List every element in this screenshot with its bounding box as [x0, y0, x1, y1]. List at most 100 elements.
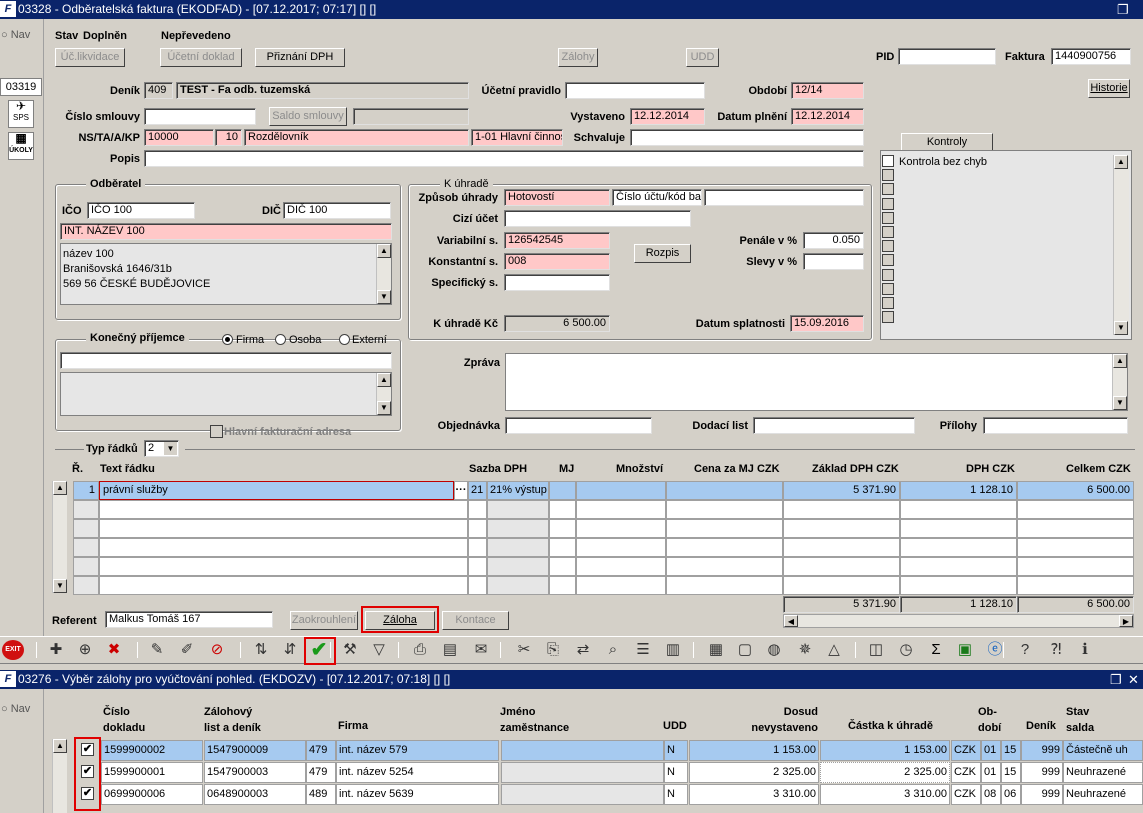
- sort-asc-icon[interactable]: ⇅: [251, 640, 271, 660]
- scroll-down-icon[interactable]: ▼: [1114, 321, 1128, 335]
- w2-jmeno[interactable]: [501, 740, 664, 761]
- w2-mena[interactable]: CZK: [951, 762, 981, 783]
- w2-mesic[interactable]: 01: [981, 740, 1001, 761]
- schvaluje-field[interactable]: [630, 129, 864, 146]
- find-icon[interactable]: ⌕: [603, 640, 623, 660]
- rozpis-button[interactable]: Rozpis: [634, 244, 691, 263]
- empty-cell[interactable]: [73, 576, 99, 595]
- w2-kod[interactable]: 479: [306, 740, 336, 761]
- sazba-code-field[interactable]: 21: [468, 481, 487, 500]
- scroll-up-icon[interactable]: ▲: [1114, 155, 1128, 169]
- konstantni-field[interactable]: 008: [504, 253, 610, 270]
- kontrola-checkbox[interactable]: [882, 211, 894, 224]
- hlavni-adresa-checkbox[interactable]: [210, 425, 223, 438]
- empty-cell[interactable]: [576, 538, 666, 557]
- w2-rok[interactable]: 06: [1001, 784, 1021, 805]
- empty-cell[interactable]: [900, 557, 1017, 576]
- help-icon[interactable]: ?: [1015, 640, 1035, 660]
- w2-udd[interactable]: N: [664, 762, 688, 783]
- w2-rok[interactable]: 15: [1001, 762, 1021, 783]
- delete-record-icon[interactable]: ✖: [104, 640, 124, 660]
- odberatel-name-field[interactable]: INT. NÁZEV 100: [60, 223, 392, 240]
- datum-plneni-field[interactable]: 12.12.2014: [791, 108, 864, 125]
- empty-cell[interactable]: [576, 519, 666, 538]
- pid-field[interactable]: [898, 48, 996, 65]
- w2-zalohovy[interactable]: 1547900003: [204, 762, 306, 783]
- w2-firma[interactable]: int. název 5254: [336, 762, 499, 783]
- typ-radku-select[interactable]: 2 ▼: [144, 440, 179, 457]
- cislo-smlouvy-field[interactable]: [144, 108, 256, 125]
- empty-cell[interactable]: [487, 576, 549, 595]
- w2-zalohovy[interactable]: 0648900003: [204, 784, 306, 805]
- dodaci-list-field[interactable]: [753, 417, 915, 434]
- kontrola-checkbox[interactable]: [882, 240, 894, 253]
- info-icon[interactable]: ℹ: [1075, 640, 1095, 660]
- mnozstvi-field[interactable]: [576, 481, 666, 500]
- penale-field[interactable]: 0.050: [803, 232, 864, 249]
- chart-icon[interactable]: ◫: [866, 640, 886, 660]
- w2-jmeno[interactable]: [501, 784, 664, 805]
- priznani-dph-button[interactable]: Přiznání DPH: [255, 48, 345, 67]
- popis-field[interactable]: [144, 150, 864, 167]
- cizi-ucet-field[interactable]: [504, 210, 691, 227]
- scroll-up-icon[interactable]: ▲: [377, 244, 391, 258]
- w2-kod[interactable]: 479: [306, 762, 336, 783]
- w2-dosud[interactable]: 2 325.00: [689, 762, 819, 783]
- ico-field[interactable]: IČO 100: [87, 202, 195, 219]
- report-icon[interactable]: ▦: [706, 640, 726, 660]
- empty-cell[interactable]: [576, 500, 666, 519]
- clock-icon[interactable]: ◷: [896, 640, 916, 660]
- cena-field[interactable]: [666, 481, 783, 500]
- w2-cislo[interactable]: 1599900002: [101, 740, 203, 761]
- tools-icon[interactable]: ⚒: [340, 640, 360, 660]
- osoba-radio[interactable]: [275, 334, 286, 345]
- w2-denik[interactable]: 999: [1021, 740, 1063, 761]
- kontrola-checkbox[interactable]: [882, 169, 894, 182]
- kontrola-checkbox[interactable]: [882, 311, 894, 324]
- empty-cell[interactable]: [468, 538, 487, 557]
- w2-mena[interactable]: CZK: [951, 784, 981, 805]
- scroll-down-icon[interactable]: ▼: [1113, 396, 1127, 410]
- edit-copy-icon[interactable]: ✐: [177, 640, 197, 660]
- empty-cell[interactable]: [666, 576, 783, 595]
- empty-cell[interactable]: [783, 538, 900, 557]
- objednavka-field[interactable]: [505, 417, 652, 434]
- ta-field[interactable]: 10: [215, 129, 242, 146]
- zprava-field[interactable]: [505, 353, 1128, 411]
- externi-radio[interactable]: [339, 334, 350, 345]
- empty-cell[interactable]: [783, 576, 900, 595]
- ucetni-pravidlo-field[interactable]: [565, 82, 705, 99]
- faktura-field[interactable]: 1440900756: [1051, 48, 1131, 65]
- kontrola-checkbox[interactable]: [882, 226, 894, 238]
- document-icon[interactable]: ▢: [735, 640, 755, 660]
- horizontal-scrollbar[interactable]: ◀ ▶: [783, 614, 1134, 628]
- specificky-field[interactable]: [504, 274, 610, 291]
- edit-icon[interactable]: ✎: [147, 640, 167, 660]
- globe-icon[interactable]: ◍: [764, 640, 784, 660]
- kp-field[interactable]: 1-01 Hlavní činnos: [471, 129, 563, 146]
- denik-code-field[interactable]: 409: [144, 82, 173, 99]
- w2-udd[interactable]: N: [664, 740, 688, 761]
- empty-cell[interactable]: [487, 538, 549, 557]
- w2-stav[interactable]: Neuhrazené: [1063, 784, 1143, 805]
- celkem-field[interactable]: 6 500.00: [1017, 481, 1134, 500]
- sps-button[interactable]: ✈ SPS: [8, 100, 34, 128]
- cancel-edit-icon[interactable]: ⊘: [207, 640, 227, 660]
- w2-mena[interactable]: CZK: [951, 740, 981, 761]
- address-scrollbar[interactable]: ▲ ▼: [376, 244, 391, 304]
- w2-dosud[interactable]: 1 153.00: [689, 740, 819, 761]
- ukoly-button[interactable]: ▦ ÚKOLY: [8, 132, 34, 160]
- w2-udd[interactable]: N: [664, 784, 688, 805]
- kontrola-checkbox[interactable]: [882, 282, 894, 295]
- prilohy-field[interactable]: [983, 417, 1128, 434]
- scroll-right-icon[interactable]: ▶: [1119, 615, 1133, 627]
- sazba-field[interactable]: 21% výstup: [487, 481, 549, 500]
- variabilni-field[interactable]: 126542545: [504, 232, 610, 249]
- empty-cell[interactable]: [468, 500, 487, 519]
- restore-icon[interactable]: ❐: [1110, 670, 1122, 689]
- restore-icon[interactable]: ❐: [1117, 0, 1129, 19]
- exit-icon[interactable]: EXIT: [2, 640, 24, 660]
- w2-castka[interactable]: 3 310.00: [820, 784, 950, 805]
- columns-icon[interactable]: ▥: [663, 640, 683, 660]
- replace-icon[interactable]: ⇄: [573, 640, 593, 660]
